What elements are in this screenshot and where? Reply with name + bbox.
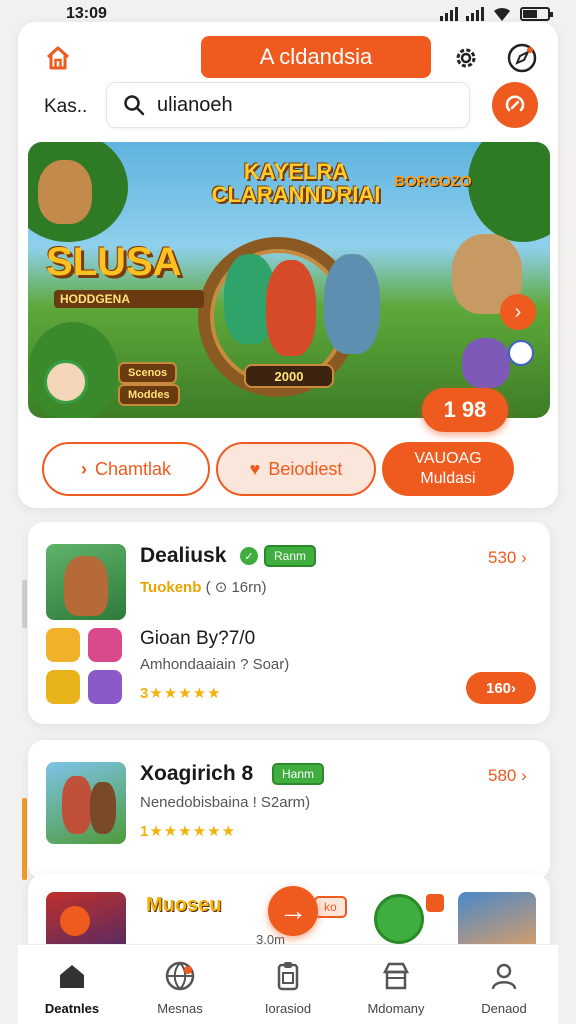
search-row: Kas.. (18, 82, 558, 130)
compass-button[interactable] (504, 40, 540, 76)
signal-icon (440, 7, 458, 21)
banner-chip-scenes[interactable]: Scenos (118, 362, 178, 384)
home-icon (55, 959, 89, 993)
game-meta-accent: Tuokenb (140, 579, 202, 596)
battery-icon (520, 7, 553, 21)
banner-foliage-right (468, 142, 550, 242)
badge-icon[interactable] (374, 894, 424, 944)
filter-pill-challenge[interactable]: › Chamtlak (42, 442, 210, 496)
profile-icon (487, 959, 521, 993)
mini-app-icon[interactable] (46, 628, 80, 662)
home-button[interactable] (40, 40, 76, 76)
rating-stars: 1★★★★★★ (140, 823, 237, 840)
banner-headline: KAYELRA CLARANNDRIAI (211, 159, 381, 208)
nav-label: Denaod (481, 1001, 527, 1016)
refresh-icon (505, 95, 525, 112)
get-button[interactable]: 160› (466, 672, 536, 704)
game-thumbnail (46, 544, 126, 620)
shop-icon (379, 959, 413, 993)
search-icon (124, 95, 145, 116)
mini-app-icon[interactable] (88, 670, 122, 704)
featured-banner[interactable]: KAYELRA CLARANNDRIAI BORGOZO SLUSA HODDG… (28, 142, 550, 418)
player-avatar[interactable] (44, 360, 88, 404)
settings-button[interactable] (448, 40, 484, 76)
nav-label: Mdomany (367, 1001, 425, 1016)
filter-pill-featured[interactable]: VAUOAG Muldasi (382, 442, 514, 496)
banner-logo-subtitle: HODDGENA (54, 290, 204, 308)
status-icons (440, 6, 553, 22)
fox-character (38, 160, 92, 224)
clipboard-icon (271, 959, 305, 993)
nav-label: Deatnles (44, 1001, 100, 1016)
game-thumbnail (46, 762, 126, 844)
filter-pill-label: Chamtlak (94, 458, 172, 479)
game-meta: Nenedobisbaina ! S2arm) (140, 794, 311, 811)
game-title: Muoseu (146, 894, 222, 916)
heart-icon: ♥ (249, 458, 261, 479)
price-badge[interactable]: 1 98 (422, 388, 508, 432)
game-card-2[interactable]: Xoagirich 8 Hanm Nenedobisbaina ! S2arm)… (28, 740, 550, 880)
nav-item-messages[interactable]: Mesnas (130, 959, 230, 1016)
header-card: A cldandsia Kas.. KAYELRA CLARANNDRIAI B… (18, 22, 558, 508)
filter-pill-label: Beiodiest (268, 458, 343, 479)
wifi-icon (494, 7, 510, 21)
nav-item-store[interactable]: Mdomany (346, 959, 446, 1016)
signal-icon-2 (466, 7, 484, 21)
compass-icon (507, 43, 537, 73)
home-icon (46, 46, 70, 70)
bottom-nav: Deatnles Mesnas Iorasiod Mdomany Denaod (18, 944, 558, 1024)
mini-app-icon[interactable] (46, 670, 80, 704)
close-icon[interactable] (426, 894, 444, 912)
rating-stars: 3★★★★★ (140, 685, 222, 702)
scroll-marker (22, 580, 27, 628)
status-time: 13:09 (66, 5, 107, 22)
gear-icon (456, 48, 476, 68)
nav-label: Mesnas (157, 1001, 203, 1016)
app-title[interactable]: A cldandsia (201, 36, 431, 78)
verified-icon: ✓ (240, 547, 258, 565)
banner-score-tag: 2000 (244, 364, 334, 388)
search-input[interactable] (157, 93, 437, 117)
nav-item-tasks[interactable]: Iorasiod (238, 959, 338, 1016)
filter-pill-label-top: VAUOAG (414, 450, 482, 467)
monster-character (462, 338, 510, 388)
banner-chip-modes[interactable]: Moddes (118, 384, 180, 406)
game-link[interactable]: 530 › (488, 548, 527, 568)
filter-pills: › Chamtlak ♥ Beiodiest VAUOAG Muldasi (18, 442, 558, 498)
game-link[interactable]: 580 › (488, 766, 527, 786)
search-label: Kas.. (44, 96, 88, 117)
bundle-meta: Amhondaaiain ? Soar) (140, 656, 290, 673)
chevron-icon: › (80, 458, 87, 479)
game-meta-rest: ( ⊙ 16rn) (205, 579, 267, 596)
side-tag: ko (314, 896, 347, 918)
banner-next-button[interactable]: › (500, 294, 536, 330)
search-box[interactable] (106, 82, 470, 128)
genre-tag: Hanm (272, 763, 325, 785)
mini-app-icon[interactable] (88, 628, 122, 662)
nav-item-profile[interactable]: Denaod (454, 959, 554, 1016)
filter-pill-bestiary[interactable]: ♥ Beiodiest (216, 442, 376, 496)
knight-character (324, 254, 380, 354)
game-card-1[interactable]: Dealiusk ✓ Ranm Tuokenb ( ⊙ 16rn) 530 › … (28, 522, 550, 724)
bundle-title: Gioan By?7/0 (140, 628, 256, 649)
nav-label: Iorasiod (264, 1001, 312, 1016)
globe-icon (163, 959, 197, 993)
voice-search-button[interactable] (492, 82, 538, 128)
quick-action-button[interactable]: → (268, 886, 318, 936)
game-meta: Tuokenb ( ⊙ 16rn) (140, 578, 266, 596)
community-icon[interactable] (508, 340, 534, 366)
banner-side-title: BORGOZO (394, 173, 472, 190)
card-accent-bar (22, 798, 27, 880)
game-title: Dealiusk (140, 544, 227, 567)
hero-character (266, 260, 316, 356)
filter-pill-label-bottom: Muldasi (420, 470, 476, 487)
genre-tag: Ranm (264, 545, 317, 567)
nav-item-home[interactable]: Deatnles (22, 959, 122, 1016)
top-bar: A cldandsia (18, 36, 558, 80)
game-title: Xoagirich 8 (140, 762, 254, 785)
banner-logo: SLUSA (46, 240, 182, 284)
